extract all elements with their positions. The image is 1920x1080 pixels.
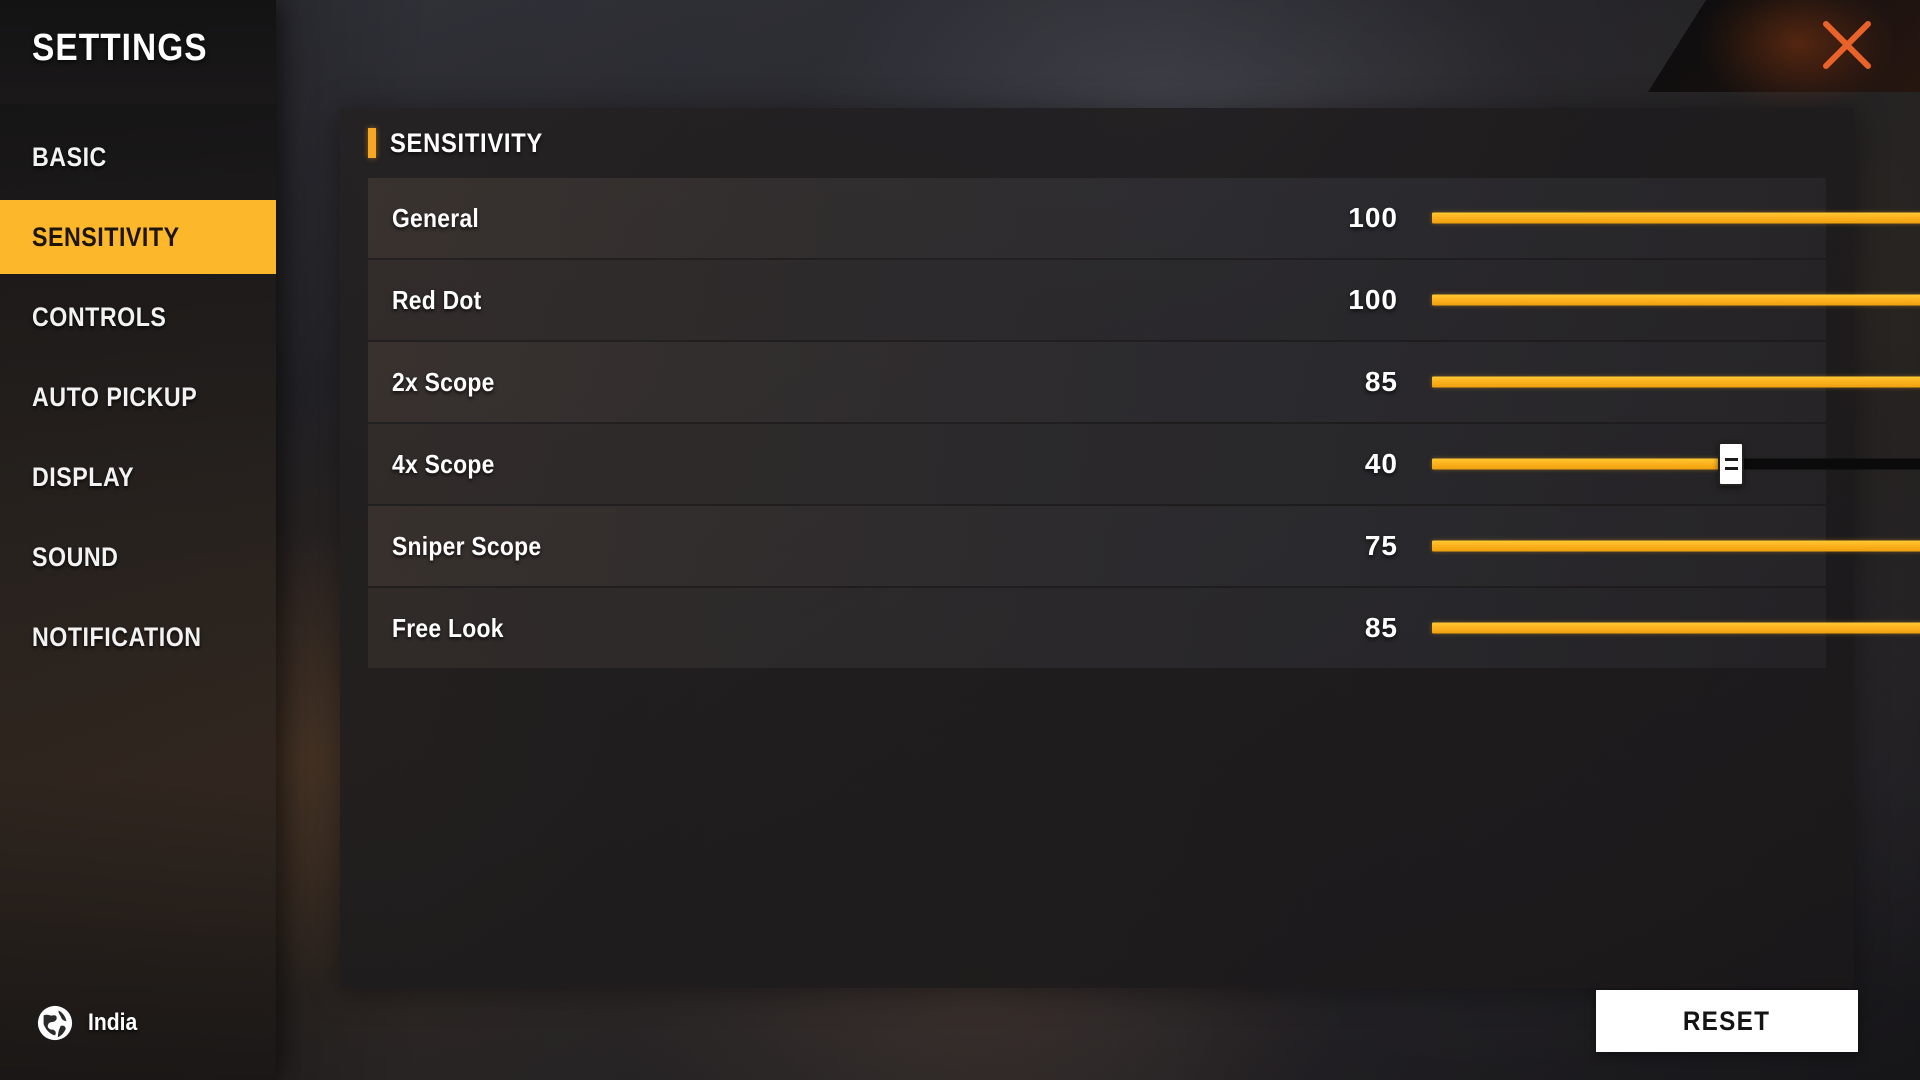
sensitivity-row-value: 40 (1364, 448, 1398, 479)
sensitivity-row-value: 100 (1348, 284, 1398, 315)
language-selector[interactable]: India (36, 1004, 144, 1042)
slider-fill (1432, 458, 1732, 470)
reset-button-label: RESET (1683, 1005, 1771, 1036)
slider-fill (1432, 212, 1920, 224)
reset-button[interactable]: RESET (1596, 990, 1858, 1052)
slider-fill (1432, 540, 1920, 552)
sidebar-item-controls[interactable]: CONTROLS (0, 280, 276, 354)
section-header: SENSITIVITY (340, 108, 1854, 178)
sensitivity-row-label: 4x Scope (392, 448, 495, 479)
sidebar-item-sensitivity[interactable]: SENSITIVITY (0, 200, 276, 274)
sensitivity-slider[interactable] (1432, 424, 1920, 504)
section-accent-bar (368, 128, 376, 158)
sensitivity-row-label: General (392, 202, 480, 233)
sensitivity-row: 4x Scope 40 (368, 424, 1920, 504)
sensitivity-slider[interactable] (1432, 178, 1920, 258)
sensitivity-row-value: 85 (1364, 612, 1398, 643)
sensitivity-row: Red Dot 100 (368, 260, 1920, 340)
slider-handle-grip-line (1724, 458, 1738, 461)
sensitivity-row-label: 2x Scope (392, 366, 495, 397)
section-title: SENSITIVITY (390, 127, 543, 158)
sensitivity-row-value: 100 (1348, 202, 1398, 233)
sensitivity-row-value: 85 (1364, 366, 1398, 397)
sensitivity-slider[interactable] (1432, 588, 1920, 668)
sidebar-item-label: DISPLAY (32, 461, 135, 492)
close-x-icon[interactable] (1818, 16, 1876, 74)
sensitivity-row: 2x Scope 85 (368, 342, 1920, 422)
sidebar-item-label: SENSITIVITY (32, 221, 180, 252)
sidebar-item-label: AUTO PICKUP (32, 381, 198, 412)
slider-fill (1432, 622, 1920, 634)
sensitivity-row-value: 75 (1364, 530, 1398, 561)
sidebar-item-sound[interactable]: SOUND (0, 520, 276, 594)
sensitivity-slider[interactable] (1432, 260, 1920, 340)
close-button[interactable] (1620, 0, 1920, 108)
sidebar-item-auto-pickup[interactable]: AUTO PICKUP (0, 360, 276, 434)
sidebar-item-notification[interactable]: NOTIFICATION (0, 600, 276, 674)
sensitivity-row-list: General 100 Red Dot 100 2x Scope 85 4x Scope 40… (368, 178, 1920, 670)
sensitivity-slider[interactable] (1432, 506, 1920, 586)
slider-fill (1432, 376, 1920, 388)
sensitivity-row-label: Red Dot (392, 284, 482, 315)
sensitivity-row: Free Look 85 (368, 588, 1920, 668)
slider-fill (1432, 294, 1920, 306)
sensitivity-row-label: Sniper Scope (392, 530, 542, 561)
page-title: SETTINGS (32, 27, 208, 69)
sensitivity-row: General 100 (368, 178, 1920, 258)
sensitivity-row: Sniper Scope 75 (368, 506, 1920, 586)
globe-icon (37, 1005, 73, 1041)
sidebar-item-basic[interactable]: BASIC (0, 120, 276, 194)
sidebar-item-label: NOTIFICATION (32, 621, 202, 652)
sensitivity-row-label: Free Look (392, 612, 504, 643)
sensitivity-slider[interactable] (1432, 342, 1920, 422)
slider-handle[interactable] (1718, 442, 1745, 486)
settings-screen: SETTINGS BASIC SENSITIVITY CONTROLS AUTO PI… (0, 0, 1920, 1080)
slider-handle-grip-line (1724, 467, 1738, 470)
language-label: India (88, 1009, 138, 1036)
settings-panel: SENSITIVITY General 100 Red Dot 100 2x Scope… (340, 108, 1920, 988)
sidebar-item-label: BASIC (32, 141, 107, 172)
sidebar-item-label: SOUND (32, 541, 119, 572)
sidebar: SETTINGS BASIC SENSITIVITY CONTROLS AUTO PI… (0, 0, 276, 1080)
sidebar-item-display[interactable]: DISPLAY (0, 440, 276, 514)
sidebar-item-label: CONTROLS (32, 301, 167, 332)
